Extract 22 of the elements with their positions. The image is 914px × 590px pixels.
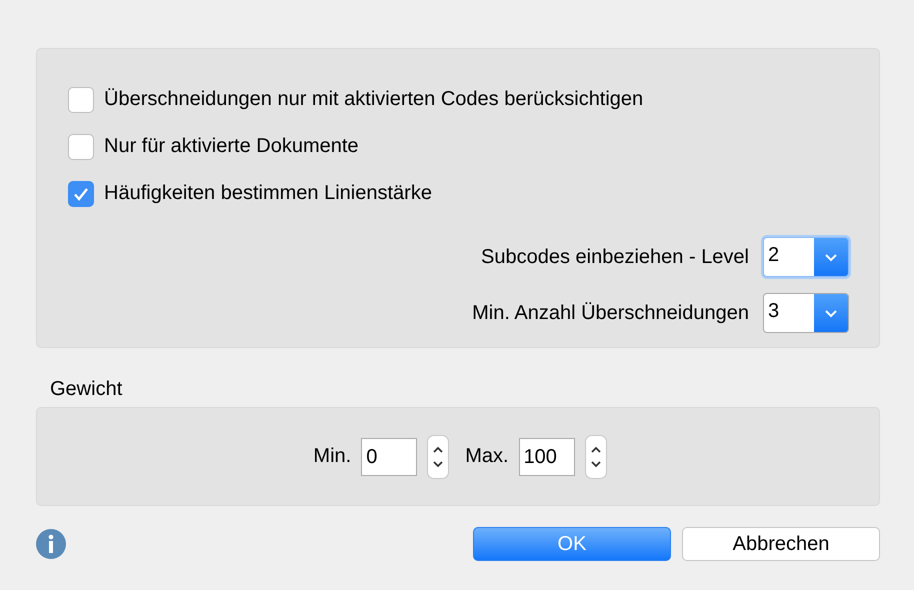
dropdown[interactable]: 2 bbox=[763, 237, 849, 277]
chevron-down-icon bbox=[824, 308, 838, 318]
checkbox-label: Häufigkeiten bestimmen Linienstärke bbox=[104, 182, 432, 205]
checkbox[interactable] bbox=[68, 134, 94, 160]
checkmark-icon bbox=[73, 186, 89, 200]
field-label: Max. bbox=[465, 445, 509, 468]
chevron-down-icon bbox=[824, 252, 838, 262]
number-field[interactable]: 100 bbox=[518, 438, 575, 476]
section-title: Gewicht bbox=[50, 378, 124, 401]
number-field[interactable]: 0 bbox=[361, 438, 418, 476]
checkbox[interactable] bbox=[68, 180, 94, 206]
checkbox-label: Überschneidungen nur mit aktivierten Codes berücksichtigen bbox=[104, 88, 644, 111]
field-label: Min. bbox=[313, 445, 352, 468]
stepper[interactable] bbox=[584, 434, 607, 478]
stepper[interactable] bbox=[427, 434, 450, 478]
checkbox[interactable] bbox=[68, 86, 94, 112]
dropdown-label: Subcodes einbeziehen - Level bbox=[481, 246, 749, 268]
cancel-button[interactable]: Abbrechen bbox=[682, 527, 880, 561]
dropdown-label: Min. Anzahl Überschneidungen bbox=[472, 302, 749, 324]
info-icon[interactable] bbox=[36, 529, 66, 559]
dropdown[interactable]: 3 bbox=[763, 293, 849, 333]
checkbox-label: Nur für aktivierte Dokumente bbox=[104, 135, 359, 158]
